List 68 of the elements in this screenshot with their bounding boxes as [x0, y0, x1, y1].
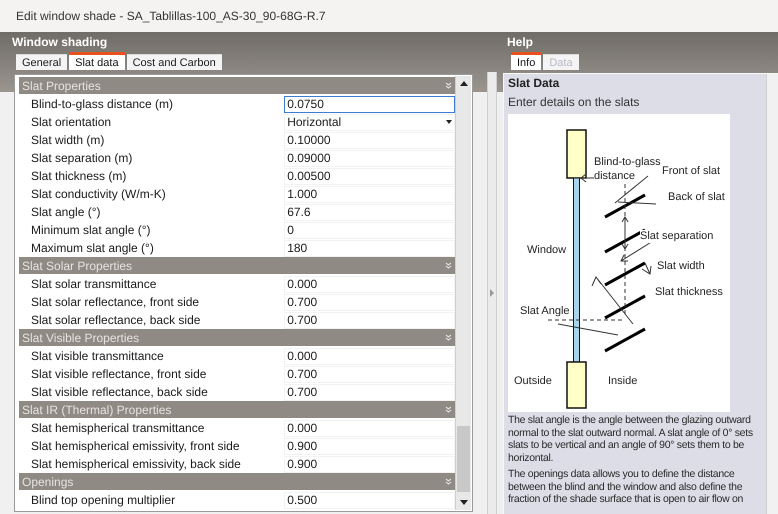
help-intro: Enter details on the slats [508, 94, 640, 110]
field-label: Slat separation (m) [30, 150, 134, 167]
collapse-icon[interactable] [445, 334, 452, 341]
section-title: Slat Solar Properties [22, 260, 132, 272]
collapse-icon[interactable] [445, 82, 452, 89]
tab[interactable]: Slat data [69, 52, 125, 70]
field-label: Slat hemispherical transmittance [30, 420, 206, 437]
section-title: Slat IR (Thermal) Properties [22, 404, 172, 416]
tab[interactable]: Cost and Carbon [126, 54, 222, 70]
input-field[interactable]: 1.000 [284, 186, 455, 202]
field-label: Slat visible reflectance, front side [30, 366, 208, 383]
diagram-label: Slat separation [640, 230, 714, 243]
input-field[interactable]: 0 [284, 222, 455, 238]
collapse-icon[interactable] [445, 478, 452, 485]
input-field[interactable]: 0.700 [284, 312, 455, 328]
collapse-icon[interactable] [445, 406, 452, 413]
scrollbar[interactable] [766, 74, 778, 514]
field-label: Slat solar transmittance [30, 276, 158, 293]
scrollbar[interactable] [455, 76, 471, 510]
section-title: Slat Properties [22, 80, 101, 92]
input-field[interactable]: 0.500 [284, 492, 455, 508]
field-label: Slat orientation [30, 114, 112, 131]
input-field[interactable]: 0.000 [284, 420, 455, 436]
panel-title: Help [507, 34, 534, 51]
dropdown-arrow-icon[interactable] [446, 120, 452, 124]
expand-arrow-icon[interactable] [489, 289, 495, 297]
field-label: Slat width (m) [30, 132, 106, 149]
diagram-label: Blind-to-glass [594, 156, 661, 169]
input-field[interactable]: 0.00500 [284, 168, 455, 184]
tab[interactable]: Info [511, 52, 542, 70]
collapse-icon[interactable] [445, 262, 452, 269]
input-field[interactable]: 0.09000 [284, 150, 455, 166]
input-field[interactable]: 180 [284, 240, 455, 256]
input-field[interactable]: 67.6 [284, 204, 455, 220]
field-label: Slat conductivity (W/m-K) [30, 186, 167, 203]
window-title: Edit window shade - SA_Tablillas-100_AS-30_90-68G-R.7 [16, 8, 326, 25]
dropdown[interactable]: Horizontal [284, 114, 455, 130]
input-field[interactable]: 0.700 [284, 366, 455, 382]
input-field[interactable]: 0.0750 [284, 96, 455, 112]
section-title: Openings [22, 476, 74, 488]
help-paragraph: The openings data allows you to define the distance between the blind and the window and also define the fraction of the shade surface that is open to air flow on [508, 468, 744, 506]
field-label: Slat thickness (m) [30, 168, 128, 185]
field-label: Slat solar reflectance, back side [30, 312, 202, 329]
input-field[interactable]: 0.700 [284, 294, 455, 310]
panel-title: Window shading [12, 34, 108, 51]
section-title: Slat Visible Properties [22, 332, 140, 344]
field-label: Blind top opening multiplier [30, 492, 176, 509]
field-label: Slat solar reflectance, front side [30, 294, 200, 311]
field-label: Slat hemispherical emissivity, front side [30, 438, 241, 455]
scroll-thumb[interactable] [457, 426, 470, 492]
input-field[interactable]: 0.000 [284, 348, 455, 364]
field-label: Slat visible reflectance, back side [30, 384, 209, 401]
input-field[interactable]: 0.900 [284, 438, 455, 454]
field-label: Slat angle (°) [30, 204, 102, 221]
help-heading: Slat Data [508, 75, 560, 91]
field-label: Blind-to-glass distance (m) [30, 96, 174, 113]
field-label: Slat hemispherical emissivity, back side [30, 456, 242, 473]
help-paragraph: The slat angle is the angle between the glazing outward normal to the slat outward normal. A slat angle of 0° sets slats to be vertical and an angle of 90° sets them to be horizontal. [508, 414, 754, 464]
diagram-label: Slat Angle [520, 305, 570, 318]
field-label: Slat visible transmittance [30, 348, 165, 365]
input-field[interactable]: 0.000 [284, 276, 455, 292]
input-field[interactable]: 0.900 [284, 456, 455, 472]
input-field[interactable]: 0.700 [284, 384, 455, 400]
field-label: Maximum slat angle (°) [30, 240, 155, 257]
diagram-label: distance [594, 170, 635, 183]
tab[interactable]: General [16, 54, 68, 70]
input-field[interactable]: 0.10000 [284, 132, 455, 148]
field-label: Minimum slat angle (°) [30, 222, 152, 239]
